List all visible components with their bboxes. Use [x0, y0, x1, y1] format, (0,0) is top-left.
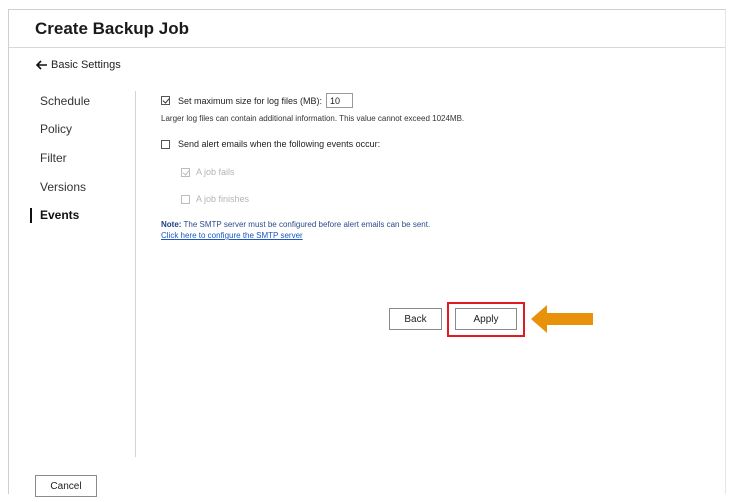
- title-divider: [9, 47, 725, 48]
- max-log-size-row: Set maximum size for log files (MB):: [161, 93, 354, 108]
- job-fails-label: A job fails: [196, 167, 235, 177]
- nav-divider: [135, 91, 136, 457]
- back-link-label: Basic Settings: [51, 59, 121, 71]
- configure-smtp-link[interactable]: Click here to configure the SMTP server: [161, 231, 303, 240]
- job-fails-checkbox[interactable]: [181, 167, 190, 177]
- note-prefix: Note:: [161, 220, 182, 229]
- alert-email-row: Send alert emails when the following eve…: [161, 139, 380, 149]
- nav-item-schedule[interactable]: Schedule: [40, 94, 90, 108]
- smtp-note: Note: The SMTP server must be configured…: [161, 220, 430, 229]
- job-fails-row: A job fails: [181, 167, 235, 177]
- job-finishes-row: A job finishes: [181, 194, 249, 204]
- nav-item-policy[interactable]: Policy: [40, 122, 72, 136]
- nav-item-events[interactable]: Events: [40, 208, 79, 222]
- alert-email-label: Send alert emails when the following eve…: [178, 139, 381, 149]
- arrow-left-icon: [36, 60, 48, 70]
- cancel-button[interactable]: Cancel: [35, 475, 97, 497]
- job-finishes-checkbox[interactable]: [181, 194, 190, 204]
- back-button[interactable]: Back: [389, 308, 442, 330]
- nav-active-indicator: [30, 208, 32, 223]
- max-log-size-checkbox[interactable]: [161, 96, 170, 105]
- alert-email-checkbox[interactable]: [161, 139, 170, 149]
- nav-item-versions[interactable]: Versions: [40, 180, 86, 194]
- apply-highlight-box: [447, 302, 525, 337]
- back-to-basic-settings-link[interactable]: Basic Settings: [36, 59, 121, 71]
- dialog-title: Create Backup Job: [35, 19, 189, 38]
- nav-item-filter[interactable]: Filter: [40, 151, 67, 165]
- job-finishes-label: A job finishes: [196, 194, 250, 204]
- max-log-size-input[interactable]: [326, 93, 354, 108]
- note-text: The SMTP server must be configured befor…: [181, 220, 431, 229]
- pointer-arrow-icon: [531, 305, 593, 338]
- max-log-size-help: Larger log files can contain additional …: [161, 114, 465, 123]
- max-log-size-label: Set maximum size for log files (MB):: [178, 95, 323, 106]
- dialog-frame: [8, 9, 726, 494]
